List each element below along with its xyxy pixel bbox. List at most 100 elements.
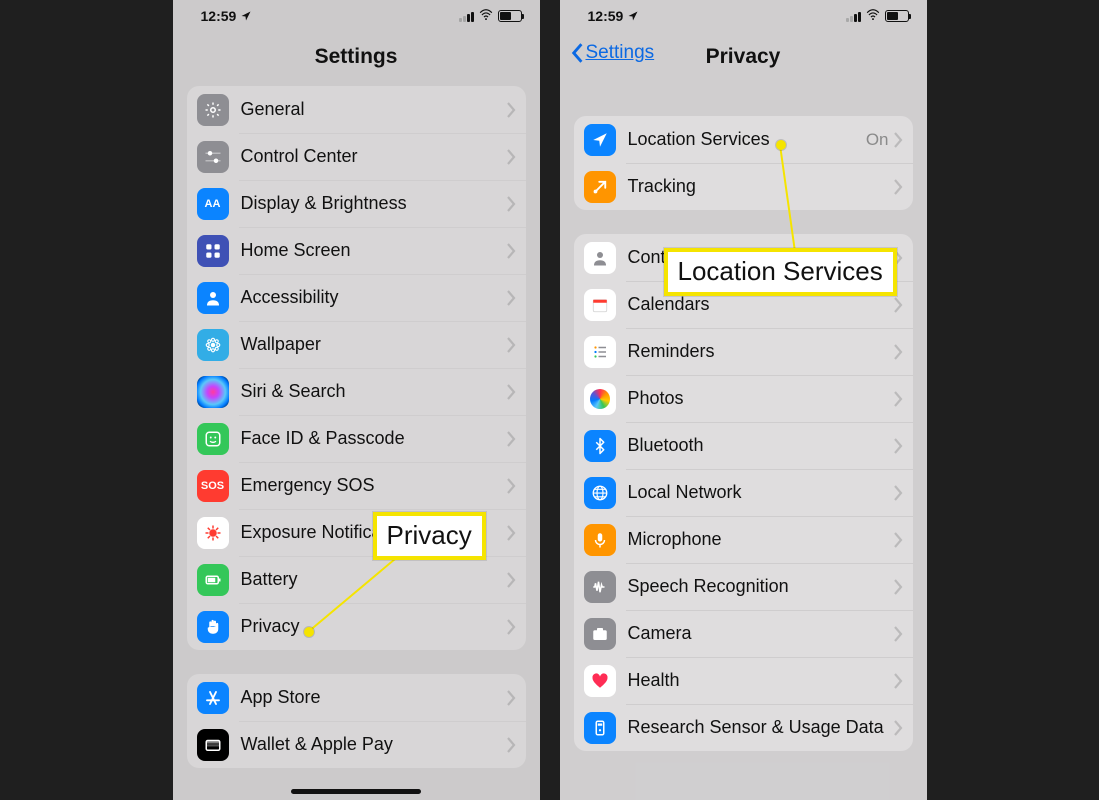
row-label: Face ID & Passcode bbox=[241, 428, 506, 449]
chevron-left-icon bbox=[570, 42, 584, 64]
row-label: Camera bbox=[628, 623, 893, 644]
wallet-icon bbox=[197, 729, 229, 761]
row-label: Research Sensor & Usage Data bbox=[628, 717, 893, 738]
row-bluetooth[interactable]: Bluetooth bbox=[574, 422, 913, 469]
row-wallet-apple-pay[interactable]: Wallet & Apple Pay bbox=[187, 721, 526, 768]
sliders-icon bbox=[197, 141, 229, 173]
cell-signal-icon bbox=[459, 10, 474, 22]
row-label: Accessibility bbox=[241, 287, 506, 308]
chevron-right-icon bbox=[506, 102, 516, 118]
back-label: Settings bbox=[586, 42, 655, 64]
row-label: Battery bbox=[241, 569, 506, 590]
app-store-icon bbox=[197, 682, 229, 714]
chevron-right-icon bbox=[893, 673, 903, 689]
research-icon bbox=[584, 712, 616, 744]
chevron-right-icon bbox=[506, 384, 516, 400]
page-title: Settings bbox=[315, 45, 398, 69]
row-label: Speech Recognition bbox=[628, 576, 893, 597]
battery-icon bbox=[197, 564, 229, 596]
row-label: Control Center bbox=[241, 146, 506, 167]
row-reminders[interactable]: Reminders bbox=[574, 328, 913, 375]
row-local-network[interactable]: Local Network bbox=[574, 469, 913, 516]
location-icon bbox=[584, 124, 616, 156]
text-size-icon: AA bbox=[197, 188, 229, 220]
nav-header: Settings bbox=[173, 32, 540, 82]
settings-group-main: General Control Center AA Display & Brig… bbox=[187, 86, 526, 650]
row-health[interactable]: Health bbox=[574, 657, 913, 704]
row-app-store[interactable]: App Store bbox=[187, 674, 526, 721]
chevron-right-icon bbox=[893, 344, 903, 360]
apps-icon bbox=[197, 235, 229, 267]
row-photos[interactable]: Photos bbox=[574, 375, 913, 422]
row-accessibility[interactable]: Accessibility bbox=[187, 274, 526, 321]
chevron-right-icon bbox=[506, 690, 516, 706]
contacts-icon bbox=[584, 242, 616, 274]
chevron-right-icon bbox=[506, 149, 516, 165]
row-home-screen[interactable]: Home Screen bbox=[187, 227, 526, 274]
row-label: Display & Brightness bbox=[241, 193, 506, 214]
home-indicator[interactable] bbox=[291, 789, 421, 794]
row-label: Health bbox=[628, 670, 893, 691]
chevron-right-icon bbox=[893, 391, 903, 407]
chevron-right-icon bbox=[893, 579, 903, 595]
row-location-services[interactable]: Location Services On bbox=[574, 116, 913, 163]
chevron-right-icon bbox=[506, 525, 516, 541]
screenshot-settings: 12:59 Settings General Control Center bbox=[173, 0, 540, 800]
network-icon bbox=[584, 477, 616, 509]
callout-dot bbox=[304, 627, 314, 637]
back-button[interactable]: Settings bbox=[570, 42, 655, 64]
row-general[interactable]: General bbox=[187, 86, 526, 133]
row-battery[interactable]: Battery bbox=[187, 556, 526, 603]
row-siri-search[interactable]: Siri & Search bbox=[187, 368, 526, 415]
location-arrow-icon bbox=[240, 10, 252, 22]
location-arrow-icon bbox=[627, 10, 639, 22]
photos-icon bbox=[584, 383, 616, 415]
row-tracking[interactable]: Tracking bbox=[574, 163, 913, 210]
wifi-icon bbox=[866, 8, 880, 25]
health-icon bbox=[584, 665, 616, 697]
chevron-right-icon bbox=[893, 179, 903, 195]
chevron-right-icon bbox=[506, 290, 516, 306]
row-label: Location Services bbox=[628, 129, 866, 150]
row-emergency-sos[interactable]: SOS Emergency SOS bbox=[187, 462, 526, 509]
chevron-right-icon bbox=[893, 297, 903, 313]
row-wallpaper[interactable]: Wallpaper bbox=[187, 321, 526, 368]
privacy-hand-icon bbox=[197, 611, 229, 643]
row-speech-recognition[interactable]: Speech Recognition bbox=[574, 563, 913, 610]
gear-icon bbox=[197, 94, 229, 126]
row-face-id-passcode[interactable]: Face ID & Passcode bbox=[187, 415, 526, 462]
nav-header: Settings Privacy bbox=[560, 32, 927, 82]
chevron-right-icon bbox=[893, 438, 903, 454]
wallpaper-icon bbox=[197, 329, 229, 361]
page-title: Privacy bbox=[706, 45, 781, 69]
row-privacy[interactable]: Privacy bbox=[187, 603, 526, 650]
status-time: 12:59 bbox=[201, 8, 237, 24]
speech-icon bbox=[584, 571, 616, 603]
row-label: Emergency SOS bbox=[241, 475, 506, 496]
row-display-brightness[interactable]: AA Display & Brightness bbox=[187, 180, 526, 227]
row-camera[interactable]: Camera bbox=[574, 610, 913, 657]
row-control-center[interactable]: Control Center bbox=[187, 133, 526, 180]
cell-signal-icon bbox=[846, 10, 861, 22]
settings-group-store: App Store Wallet & Apple Pay bbox=[187, 674, 526, 768]
row-label: Tracking bbox=[628, 176, 893, 197]
row-label: Microphone bbox=[628, 529, 893, 550]
status-bar: 12:59 bbox=[560, 0, 927, 32]
screenshot-privacy: 12:59 Settings Privacy Location Services… bbox=[560, 0, 927, 800]
status-time: 12:59 bbox=[588, 8, 624, 24]
calendar-icon bbox=[584, 289, 616, 321]
siri-icon bbox=[197, 376, 229, 408]
row-label: Privacy bbox=[241, 616, 506, 637]
chevron-right-icon bbox=[506, 572, 516, 588]
privacy-group-top: Location Services On Tracking bbox=[574, 116, 913, 210]
row-research-sensor-usage[interactable]: Research Sensor & Usage Data bbox=[574, 704, 913, 751]
row-microphone[interactable]: Microphone bbox=[574, 516, 913, 563]
microphone-icon bbox=[584, 524, 616, 556]
callout-text: Location Services bbox=[678, 256, 883, 286]
wifi-icon bbox=[479, 8, 493, 25]
callout-dot bbox=[776, 140, 786, 150]
callout-privacy: Privacy bbox=[373, 512, 486, 560]
row-label: App Store bbox=[241, 687, 506, 708]
battery-icon bbox=[885, 10, 909, 22]
callout-location-services: Location Services bbox=[664, 248, 897, 296]
